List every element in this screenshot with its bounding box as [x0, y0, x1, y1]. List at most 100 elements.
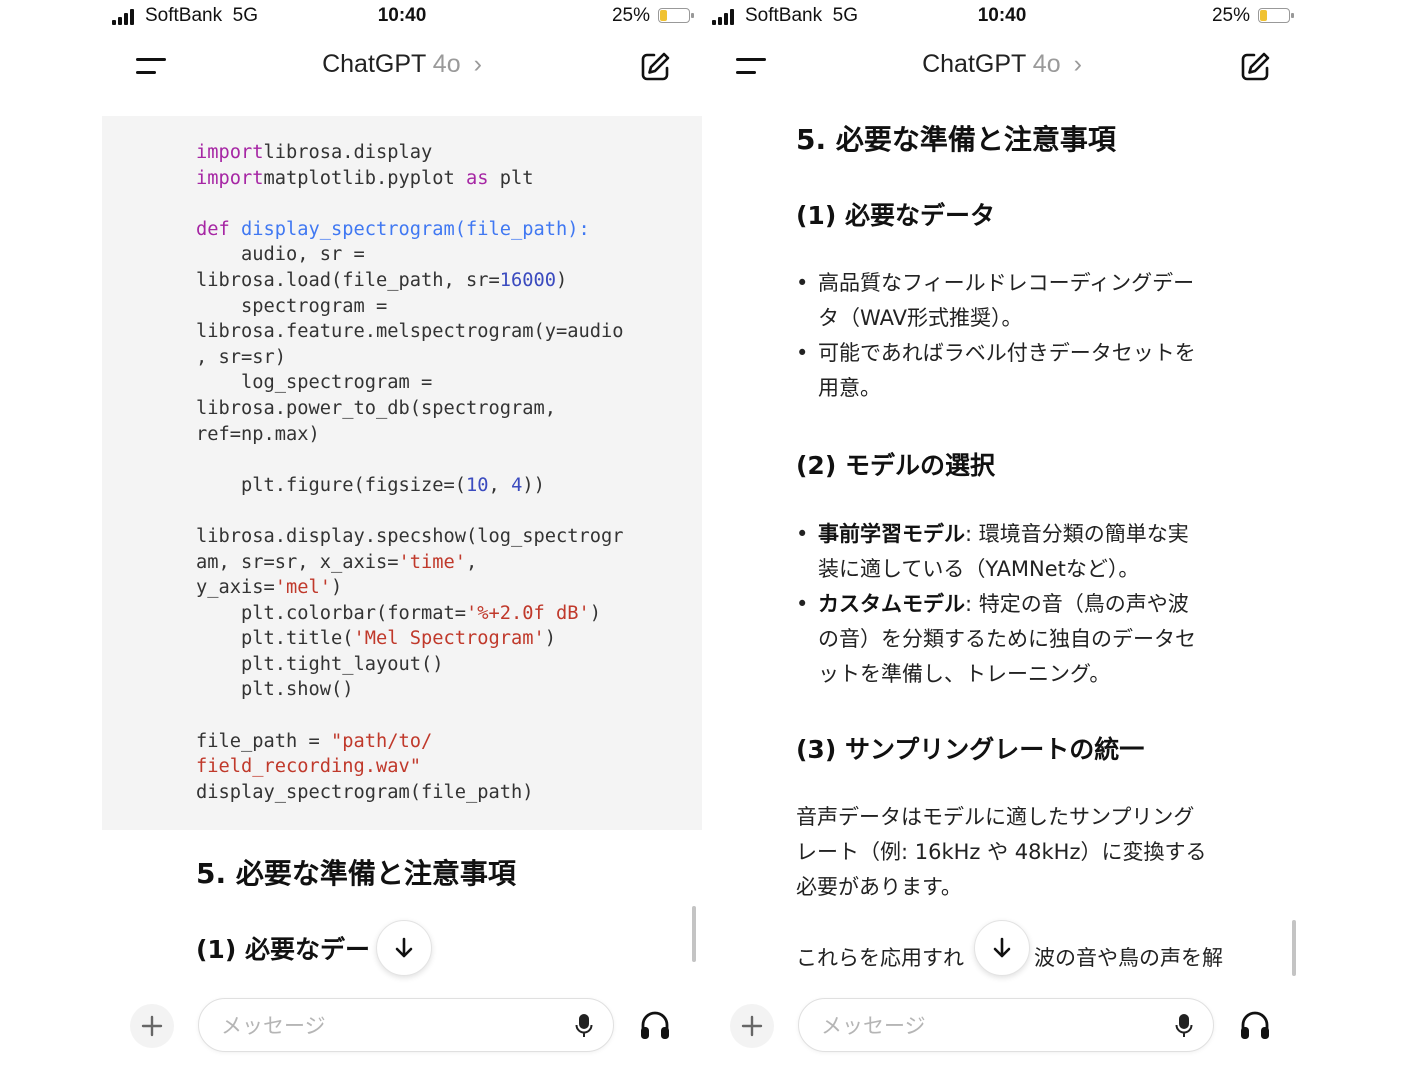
code-token: 'time' [398, 551, 467, 573]
code-token: audio, sr = [196, 244, 365, 266]
mic-icon[interactable] [575, 1013, 593, 1039]
top-nav: ChatGPT 4o › [102, 34, 702, 100]
battery-percent: 25% [611, 5, 650, 26]
subsection-title: (1) 必要なデー [196, 935, 370, 964]
message-box [198, 998, 614, 1052]
code-token: def [196, 218, 230, 240]
top-nav: ChatGPT 4o › [702, 34, 1302, 100]
code-token: plt.figure(figsize=( [196, 474, 467, 496]
phone-screen-left: SoftBank 5G 10:40 25% ChatGPT 4o › impor… [102, 0, 702, 1067]
code-token: "path/to/ [331, 730, 433, 752]
scroll-down-button[interactable] [974, 920, 1030, 976]
code-token: 10 [466, 474, 489, 496]
code-token: 4 [511, 474, 523, 496]
code-token: display_spectrogram(file_path): [241, 218, 590, 240]
code-token: plt.colorbar(format= [196, 602, 467, 624]
chevron-right-icon: › [1073, 50, 1082, 78]
code-token: import [196, 142, 264, 163]
arrow-down-icon [395, 937, 413, 958]
model-selector[interactable]: ChatGPT 4o › [102, 50, 702, 79]
message-input[interactable] [819, 1009, 1153, 1043]
code-token: plt.title( [196, 628, 354, 650]
model-version: 4o [1032, 50, 1061, 78]
code-token: plt.tight_layout() [196, 653, 444, 675]
code-token: as [466, 167, 489, 189]
arrow-down-icon [993, 937, 1011, 958]
scrollbar[interactable] [1292, 920, 1296, 976]
app-title: ChatGPT [922, 50, 1026, 78]
status-bar: SoftBank 5G 10:40 25% [702, 0, 1302, 34]
subsection-title-sampling: (3) サンプリングレートの統一 [796, 735, 1145, 764]
voice-mode-icon[interactable] [1238, 1008, 1272, 1042]
code-token: y_axis= [196, 577, 275, 599]
code-token: plt [488, 167, 534, 189]
code-line: ref=np.max) [196, 424, 320, 445]
code-line: librosa.feature.melspectrogram(y=audio [196, 321, 624, 342]
model-version: 4o [432, 50, 461, 78]
sampling-paragraph: 音声データはモデルに適したサンプリング レート（例: 16kHz や 48kHz）… [796, 805, 1207, 899]
required-data-list: 高品質なフィールドレコーディングデータ（WAV形式推奨）。 可能であればラベル付… [796, 266, 1266, 406]
message-box [798, 998, 1214, 1052]
code-line: spectrogram = [196, 296, 387, 317]
code-line: file_path = "path/to/ [196, 731, 432, 752]
subsection-title-data: (1) 必要なデータ [796, 201, 995, 230]
code-line: field_recording.wav" [196, 756, 421, 777]
message-input[interactable] [219, 1009, 553, 1043]
code-line: display_spectrogram(file_path) [196, 782, 534, 803]
plus-icon [141, 1015, 163, 1037]
code-line: log_spectrogram = [196, 372, 432, 393]
code-token: 'mel' [274, 577, 332, 599]
code-token: )) [522, 474, 545, 496]
chevron-right-icon: › [473, 50, 482, 78]
code-block: importlibrosa.display importmatplotlib.p… [102, 116, 702, 830]
model-selector[interactable]: ChatGPT 4o › [702, 50, 1302, 79]
code-token: librosa.load(file_path, sr= [196, 269, 500, 291]
mic-icon[interactable] [1175, 1013, 1193, 1039]
code-line: librosa.power_to_db(spectrogram, [196, 398, 556, 419]
new-chat-icon[interactable] [1238, 50, 1272, 84]
code-line: def display_spectrogram(file_path): [196, 219, 590, 240]
battery-level [660, 10, 667, 21]
section-title: 5. 必要な準備と注意事項 [196, 857, 516, 890]
attach-button[interactable] [730, 1004, 774, 1048]
partial-text-end: 波の音や鳥の声を解 [1034, 946, 1223, 970]
code-token: 16000 [499, 269, 557, 291]
code-token: file_path = [196, 730, 332, 752]
code-token: , [488, 474, 512, 496]
code-token: ) [331, 577, 343, 599]
code-line: importmatplotlib.pyplot as plt [196, 168, 534, 189]
code-token: plt.show() [196, 679, 354, 701]
code-line: librosa.load(file_path, sr=16000) [196, 270, 567, 291]
partial-text-start: これらを応用すれ [796, 946, 964, 970]
battery-icon [658, 8, 694, 23]
code-token: '%+2.0f dB' [466, 602, 590, 624]
model-choice-list: 事前学習モデル: 環境音分類の簡単な実装に適している（YAMNetなど）。 カス… [796, 517, 1266, 692]
list-item: 可能であればラベル付きデータセットを用意。 [796, 336, 1266, 406]
code-token: spectrogram = [196, 295, 388, 317]
code-token: ref=np.max) [196, 423, 320, 445]
code-token: librosa.power_to_db(spectrogram, [196, 397, 557, 419]
code-line: plt.tight_layout() [196, 654, 444, 675]
battery-level [1260, 10, 1267, 21]
code-token: log_spectrogram = [196, 372, 433, 394]
app-title: ChatGPT [322, 50, 426, 78]
code-line: audio, sr = [196, 244, 365, 265]
voice-mode-icon[interactable] [638, 1008, 672, 1042]
code-token: , [466, 551, 478, 573]
attach-button[interactable] [130, 1004, 174, 1048]
list-item: 事前学習モデル: 環境音分類の簡単な実装に適している（YAMNetなど）。 [796, 517, 1266, 587]
scroll-down-button[interactable] [376, 920, 432, 976]
code-token: matplotlib.pyplot [263, 167, 467, 189]
plus-icon [741, 1015, 763, 1037]
scrollbar[interactable] [692, 906, 696, 962]
status-bar: SoftBank 5G 10:40 25% [102, 0, 702, 34]
code-token: display_spectrogram(file_path) [196, 781, 534, 803]
code-token: librosa.display.specshow(log_spectrogr [196, 525, 624, 547]
code-line: plt.figure(figsize=(10, 4)) [196, 475, 545, 496]
code-token: , sr=sr) [196, 346, 287, 368]
code-line: importlibrosa.display [196, 142, 432, 163]
code-content: importlibrosa.display importmatplotlib.p… [196, 140, 624, 805]
code-token: am, sr=sr, x_axis= [196, 551, 399, 573]
new-chat-icon[interactable] [638, 50, 672, 84]
code-token: 'Mel Spectrogram' [353, 628, 545, 650]
